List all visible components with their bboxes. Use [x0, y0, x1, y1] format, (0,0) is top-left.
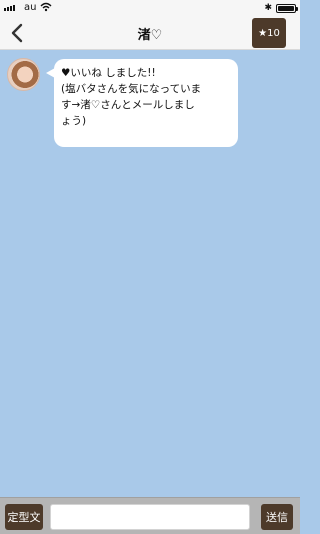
- chevron-left-icon: [11, 23, 23, 43]
- back-button[interactable]: [4, 20, 30, 46]
- page-title: 渚♡: [137, 28, 163, 43]
- chat-area[interactable]: ♥いいね しました!! (塩バタさんを気になっていま す→渚♡さんとメールしまし…: [0, 51, 300, 497]
- message-text: ♥いいね しました!! (塩バタさんを気になっていま す→渚♡さんとメールしまし…: [61, 67, 202, 127]
- status-bar: au ✱: [0, 0, 300, 16]
- message-composer: 定型文 送信: [0, 497, 300, 534]
- favorite-count-button[interactable]: ★10: [252, 18, 286, 48]
- bluetooth-icon: ✱: [264, 3, 272, 13]
- battery-level: [278, 5, 294, 11]
- message-input[interactable]: [50, 504, 250, 530]
- template-button[interactable]: 定型文: [5, 504, 43, 530]
- partner-avatar[interactable]: [7, 58, 40, 91]
- send-button[interactable]: 送信: [261, 504, 293, 530]
- navigation-bar: 渚♡ ★10: [0, 16, 300, 50]
- wifi-icon: [40, 2, 52, 12]
- battery-icon: [276, 3, 298, 13]
- carrier-name: au: [24, 2, 37, 13]
- message-bubble: ♥いいね しました!! (塩バタさんを気になっていま す→渚♡さんとメールしまし…: [46, 59, 238, 147]
- signal-strength-icon: [4, 5, 15, 11]
